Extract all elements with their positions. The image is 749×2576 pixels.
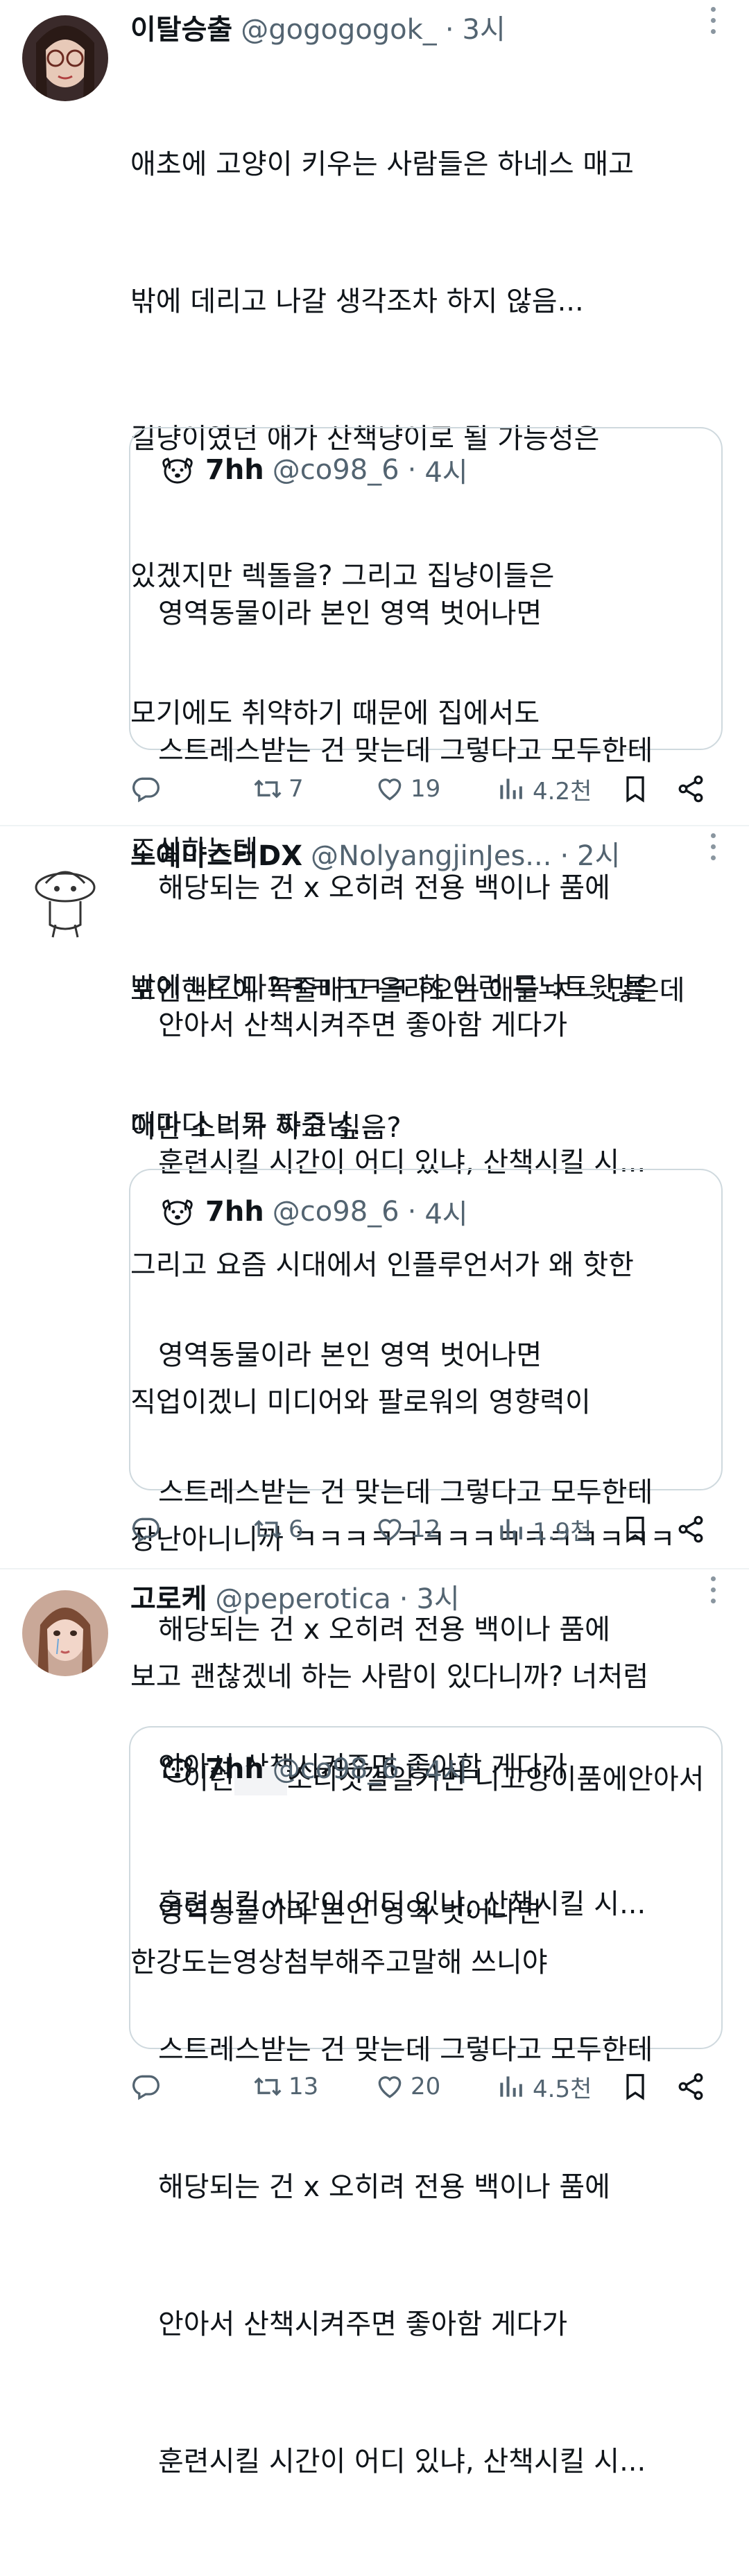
views-icon bbox=[500, 2076, 522, 2097]
tweet-line: 이딴 소리가 하고 싶음? bbox=[130, 1112, 402, 1144]
quoted-avatar-icon bbox=[162, 1199, 193, 1226]
more-options-icon[interactable] bbox=[699, 7, 727, 42]
views-count: 4.5천 bbox=[533, 2075, 592, 2103]
user-name[interactable]: 이탈승출 bbox=[130, 7, 232, 53]
separator-dot: · bbox=[560, 840, 569, 872]
avatar[interactable] bbox=[22, 1590, 108, 1676]
views-count: 4.2천 bbox=[533, 777, 592, 806]
quoted-user-name[interactable]: 7hh bbox=[205, 1196, 264, 1228]
tweet-line: 애초에 고양이 키우는 사람들은 하네스 매고 bbox=[130, 148, 634, 180]
retweet-button[interactable]: 6 bbox=[252, 1508, 304, 1550]
quoted-line: 영역동물이라 본인 영역 벗어나면 bbox=[158, 598, 542, 629]
quoted-line: 훈련시킬 시간이 어디 있냐, 산책시킬 시... bbox=[158, 2446, 646, 2478]
quoted-timestamp[interactable]: 4시 bbox=[424, 450, 467, 490]
share-button[interactable] bbox=[675, 1508, 712, 1550]
quoted-line: 안아서 산책시켜주면 좋아함 게다가 bbox=[158, 2308, 568, 2340]
share-button[interactable] bbox=[675, 2066, 712, 2107]
tweet-line: 밖에 데리고 나갈 생각조차 하지 않음... bbox=[130, 286, 584, 317]
quoted-line: 영역동물이라 본인 영역 벗어나면 bbox=[158, 1339, 542, 1371]
timestamp[interactable]: 2시 bbox=[577, 833, 620, 879]
separator-dot: · bbox=[399, 1583, 408, 1615]
quoted-timestamp[interactable]: 4시 bbox=[424, 1192, 467, 1232]
retweet-count: 6 bbox=[289, 1515, 304, 1543]
share-button[interactable] bbox=[675, 768, 712, 810]
bookmark-icon bbox=[626, 776, 644, 803]
bookmark-button[interactable] bbox=[620, 1508, 656, 1550]
reply-button[interactable] bbox=[130, 2066, 166, 2107]
separator-dot: · bbox=[407, 1196, 417, 1228]
like-count: 19 bbox=[411, 775, 441, 803]
retweet-icon bbox=[254, 1520, 282, 1539]
quoted-user-handle[interactable]: @co98_6 bbox=[273, 1196, 399, 1228]
share-icon bbox=[678, 2073, 703, 2100]
quoted-avatar-icon bbox=[162, 1757, 193, 1783]
retweet-icon bbox=[254, 779, 282, 799]
retweet-count: 7 bbox=[289, 775, 304, 803]
user-handle[interactable]: @NolyangjinJes... bbox=[311, 833, 551, 879]
retweet-icon bbox=[254, 2077, 282, 2096]
avatar[interactable] bbox=[22, 855, 108, 941]
like-button[interactable]: 19 bbox=[374, 768, 440, 810]
tweet-line: 포인핸드에 목줄매고 올라오는 애들 ㅈㄴ 많은데 bbox=[130, 975, 685, 1007]
views-icon bbox=[500, 1519, 522, 1540]
bookmark-icon bbox=[626, 1516, 644, 1543]
retweet-button[interactable]: 7 bbox=[252, 768, 304, 810]
separator-dot: · bbox=[407, 1753, 417, 1785]
like-icon bbox=[378, 1519, 402, 1541]
tweet-3[interactable]: 고로케 @peperotica · 3시 이런 소리짓껄일거면 니고양이품에안아서… bbox=[0, 1569, 749, 2478]
reply-button[interactable] bbox=[130, 1508, 166, 1550]
share-icon bbox=[678, 1515, 703, 1543]
share-icon bbox=[678, 775, 703, 803]
quoted-tweet[interactable]: 7hh @co98_6 · 4시 영역동물이라 본인 영역 벗어나면 스트레스받… bbox=[129, 1726, 723, 2478]
like-count: 12 bbox=[411, 1515, 441, 1543]
tweet-1[interactable]: 이탈승출 @gogogogok_ · 3시 애초에 고양이 키우는 사람들은 하… bbox=[0, 0, 749, 1178]
user-name[interactable]: 노예마스터DX bbox=[130, 833, 302, 879]
quoted-tweet[interactable]: 7hh @co98_6 · 4시 영역동물이라 본인 영역 벗어나면 스트레스받… bbox=[129, 1169, 723, 1920]
separator-dot: · bbox=[407, 454, 417, 486]
bookmark-button[interactable] bbox=[620, 768, 656, 810]
quoted-avatar-icon bbox=[162, 458, 193, 484]
like-button[interactable]: 12 bbox=[374, 1508, 440, 1550]
timestamp[interactable]: 3시 bbox=[416, 1576, 459, 1622]
like-count: 20 bbox=[411, 2073, 441, 2100]
like-icon bbox=[378, 2076, 402, 2098]
quoted-line: 해당되는 건 x 오히려 전용 백이나 품에 bbox=[158, 2171, 610, 2203]
views-count: 1.9천 bbox=[533, 1517, 592, 1546]
avatar[interactable] bbox=[22, 15, 108, 101]
quoted-timestamp[interactable]: 4시 bbox=[424, 1749, 467, 1789]
action-bar: 6 12 1.9천 bbox=[130, 1508, 727, 1550]
more-options-icon[interactable] bbox=[699, 1576, 727, 1611]
bookmark-button[interactable] bbox=[620, 2066, 656, 2107]
quoted-line: 영역동물이라 본인 영역 벗어나면 bbox=[158, 1897, 542, 1929]
separator-dot: · bbox=[445, 14, 454, 46]
quoted-user-handle[interactable]: @co98_6 bbox=[273, 1753, 399, 1785]
views-button[interactable]: 4.5천 bbox=[497, 2066, 592, 2107]
reply-icon bbox=[132, 777, 160, 803]
quoted-user-name[interactable]: 7hh bbox=[205, 454, 264, 486]
views-button[interactable]: 4.2천 bbox=[497, 768, 592, 810]
quoted-line: 스트레스받는 건 맞는데 그렇다고 모두한테 bbox=[158, 735, 653, 767]
quoted-user-handle[interactable]: @co98_6 bbox=[273, 454, 399, 486]
user-handle[interactable]: @peperotica bbox=[215, 1576, 390, 1622]
more-options-icon[interactable] bbox=[699, 833, 727, 868]
retweet-count: 13 bbox=[289, 2073, 319, 2100]
action-bar: 7 19 4.2천 bbox=[130, 768, 727, 810]
like-icon bbox=[378, 778, 402, 801]
reply-button[interactable] bbox=[130, 768, 166, 810]
views-button[interactable]: 1.9천 bbox=[497, 1508, 592, 1550]
reply-icon bbox=[132, 2075, 160, 2100]
reply-icon bbox=[132, 1517, 160, 1543]
views-icon bbox=[500, 778, 522, 799]
user-name[interactable]: 고로케 bbox=[130, 1576, 207, 1622]
action-bar: 13 20 4.5천 bbox=[130, 2066, 727, 2107]
bookmark-icon bbox=[626, 2073, 644, 2100]
timestamp[interactable]: 3시 bbox=[463, 7, 506, 53]
user-handle[interactable]: @gogogogok_ bbox=[241, 7, 437, 53]
quoted-user-name[interactable]: 7hh bbox=[205, 1753, 264, 1785]
like-button[interactable]: 20 bbox=[374, 2066, 440, 2107]
retweet-button[interactable]: 13 bbox=[252, 2066, 318, 2107]
quoted-tweet[interactable]: 7hh @co98_6 · 4시 영역동물이라 본인 영역 벗어나면 스트레스받… bbox=[129, 427, 723, 1178]
quoted-text: 영역동물이라 본인 영역 벗어나면 스트레스받는 건 맞는데 그렇다고 모두한테… bbox=[158, 1798, 713, 2576]
tweet-2[interactable]: 노예마스터DX @NolyangjinJes... · 2시 포인핸드에 목줄매… bbox=[0, 826, 749, 1920]
